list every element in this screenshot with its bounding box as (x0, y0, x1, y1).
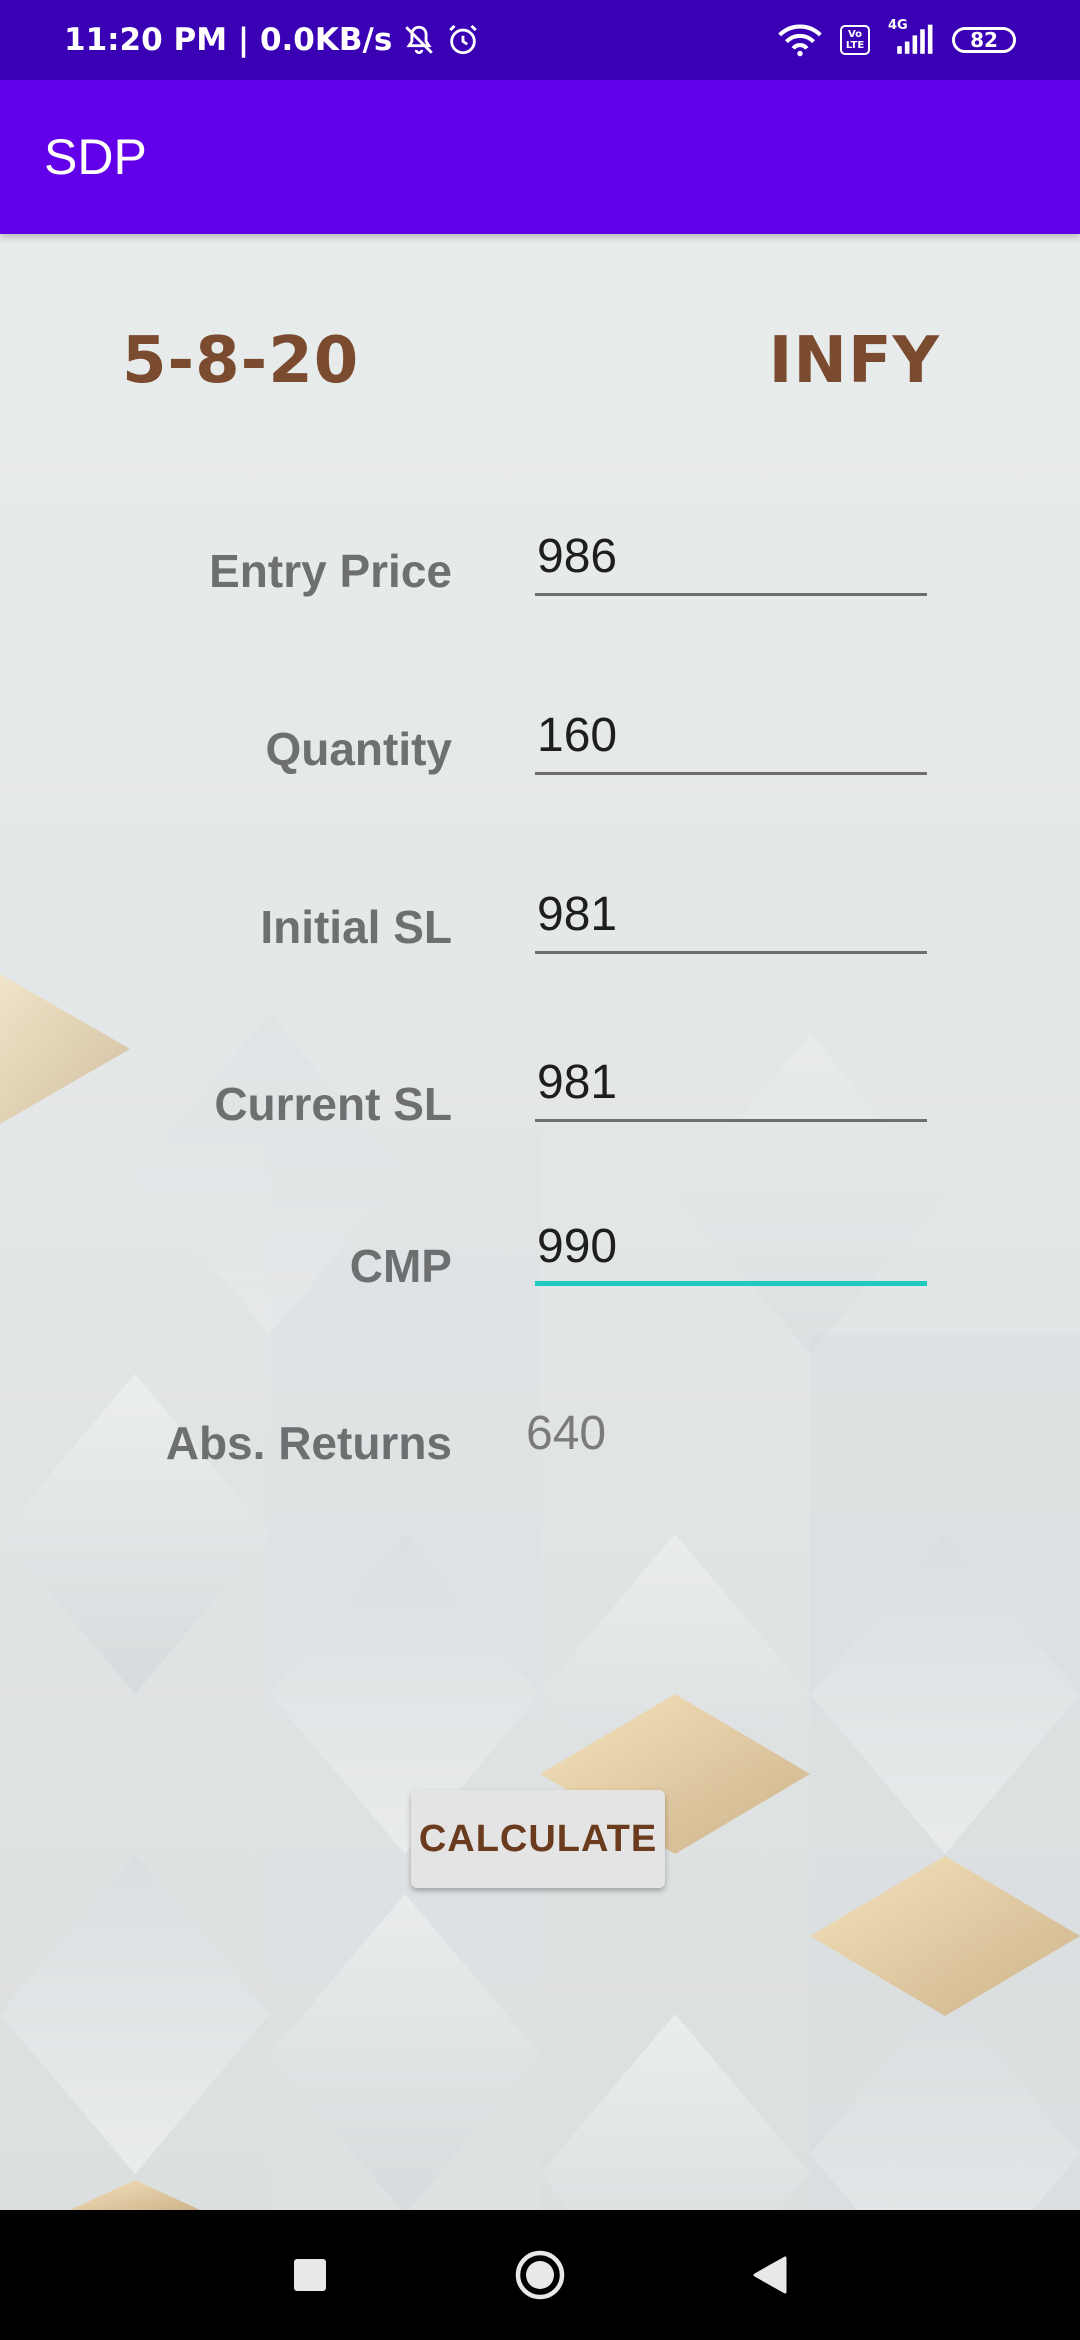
cmp-label: CMP (349, 1240, 452, 1292)
signal-4g-icon: 4G (888, 18, 934, 56)
battery-indicator: 82 (952, 27, 1016, 53)
initial-sl-underline (535, 951, 927, 954)
cmp-input[interactable] (535, 1216, 927, 1276)
alarm-icon (446, 23, 480, 57)
recents-square-icon[interactable] (270, 2235, 350, 2315)
volte-icon: Vo LTE (840, 25, 870, 55)
home-circle-icon[interactable] (500, 2235, 580, 2315)
quantity-field[interactable] (535, 705, 927, 775)
initial-sl-label: Initial SL (260, 901, 452, 953)
initial-sl-field[interactable] (535, 884, 927, 954)
entry-price-field[interactable] (535, 526, 927, 596)
app-bar: SDP (0, 80, 1080, 234)
status-right: Vo LTE 4G 82 (778, 18, 1016, 57)
entry-price-underline (535, 593, 927, 596)
current-sl-input[interactable] (535, 1052, 927, 1112)
main-content: 5-8-20 INFY Entry Price Quantity Initial… (0, 234, 1080, 2210)
calculate-button[interactable]: CALCULATE (411, 1790, 665, 1888)
stock-symbol: INFY (768, 324, 940, 398)
volte-label-top: Vo (847, 29, 863, 40)
status-time-speed: 11:20 PM | 0.0KB/s (64, 22, 393, 58)
abs-returns-value: 640 (526, 1407, 607, 1460)
current-sl-label: Current SL (214, 1078, 452, 1130)
initial-sl-input[interactable] (535, 884, 927, 944)
app-title: SDP (44, 129, 147, 185)
volte-label-bottom: LTE (845, 40, 865, 51)
abs-returns-label: Abs. Returns (165, 1417, 452, 1469)
entry-price-input[interactable] (535, 526, 927, 586)
current-sl-underline (535, 1119, 927, 1122)
quantity-underline (535, 772, 927, 775)
quantity-input[interactable] (535, 705, 927, 765)
navigation-bar (0, 2210, 1080, 2340)
wifi-icon (778, 23, 822, 57)
network-type-label: 4G (888, 18, 908, 33)
quantity-label: Quantity (265, 723, 452, 775)
status-bar: 11:20 PM | 0.0KB/s Vo LTE 4G 82 (0, 0, 1080, 80)
entry-price-label: Entry Price (209, 545, 452, 597)
trade-date: 5-8-20 (122, 324, 360, 398)
status-left: 11:20 PM | 0.0KB/s (64, 22, 480, 58)
back-triangle-icon[interactable] (730, 2235, 810, 2315)
cmp-field[interactable] (535, 1216, 927, 1286)
mute-notification-icon (402, 23, 436, 57)
cmp-underline-focused (535, 1281, 927, 1286)
current-sl-field[interactable] (535, 1052, 927, 1122)
